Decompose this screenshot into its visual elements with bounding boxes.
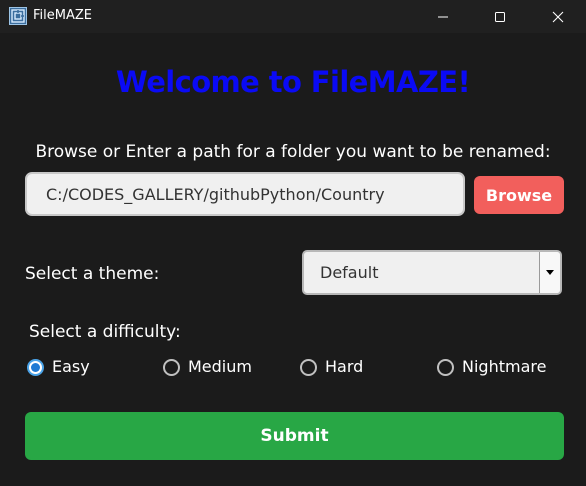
app-maze-icon <box>9 7 27 25</box>
app-window: FileMAZE Welcome to FileMAZE! Browse or … <box>0 0 586 486</box>
theme-dropdown[interactable]: Default <box>302 250 562 295</box>
radio-checked-icon[interactable] <box>27 358 44 376</box>
difficulty-radio-hard[interactable]: Hard <box>300 355 363 379</box>
browse-instruction-label: Browse or Enter a path for a folder you … <box>35 142 551 162</box>
close-icon <box>552 11 564 22</box>
maximize-button[interactable] <box>477 0 523 33</box>
maximize-icon <box>495 11 505 22</box>
chevron-down-icon <box>546 270 554 275</box>
radio-label: Hard <box>325 357 364 376</box>
radio-label: Medium <box>188 357 252 376</box>
radio-unchecked-icon[interactable] <box>163 358 180 376</box>
radio-unchecked-icon[interactable] <box>437 358 454 376</box>
theme-selected-value: Default <box>320 263 379 282</box>
difficulty-radio-medium[interactable]: Medium <box>163 355 252 379</box>
theme-label: Select a theme: <box>25 264 160 284</box>
minimize-button[interactable] <box>420 0 466 33</box>
minimize-icon <box>438 16 448 17</box>
browse-button[interactable]: Browse <box>474 176 564 214</box>
radio-label: Nightmare <box>462 357 547 376</box>
radio-label: Easy <box>52 357 90 376</box>
close-button[interactable] <box>535 0 581 33</box>
window-title: FileMAZE <box>33 8 92 23</box>
radio-unchecked-icon[interactable] <box>300 358 317 376</box>
difficulty-radio-easy[interactable]: Easy <box>27 355 90 379</box>
submit-button[interactable]: Submit <box>25 412 564 460</box>
title-bar[interactable]: FileMAZE <box>0 0 586 33</box>
dropdown-arrow-button[interactable] <box>539 252 560 293</box>
welcome-heading: Welcome to FileMAZE! <box>115 65 471 99</box>
folder-path-input[interactable] <box>25 172 465 216</box>
difficulty-label: Select a difficulty: <box>29 322 181 342</box>
difficulty-radio-nightmare[interactable]: Nightmare <box>437 355 546 379</box>
